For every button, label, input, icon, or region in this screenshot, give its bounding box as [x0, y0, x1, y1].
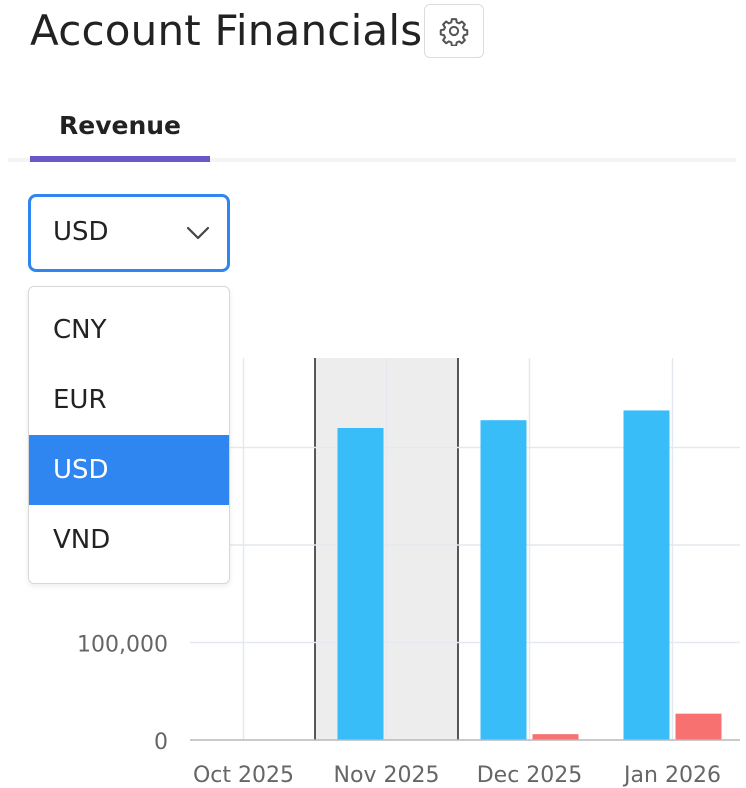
x-ticks: Oct 2025 Nov 2025 Dec 2025 Jan 2026 — [193, 763, 721, 788]
x-tick-label: Nov 2025 — [334, 763, 440, 788]
x-tick-label: Jan 2026 — [622, 763, 721, 788]
x-tick-label: Dec 2025 — [477, 763, 583, 788]
y-tick-label: 100,000 — [77, 633, 168, 658]
bar-red-jan-2026 — [675, 713, 722, 740]
currency-dropdown: CNY EUR USD VND — [28, 286, 230, 584]
y-ticks: 0 100,000 — [77, 633, 168, 756]
bar-blue-nov-2025 — [337, 428, 384, 740]
bar-red-dec-2025 — [532, 734, 579, 740]
bar-blue-dec-2025 — [480, 420, 527, 740]
currency-option-vnd[interactable]: VND — [29, 505, 229, 575]
x-tick-label: Oct 2025 — [193, 763, 294, 788]
currency-option-eur[interactable]: EUR — [29, 365, 229, 435]
y-tick-label: 0 — [154, 730, 168, 755]
bar-blue-jan-2026 — [623, 410, 670, 740]
currency-option-usd[interactable]: USD — [29, 435, 229, 505]
currency-option-cny[interactable]: CNY — [29, 295, 229, 365]
